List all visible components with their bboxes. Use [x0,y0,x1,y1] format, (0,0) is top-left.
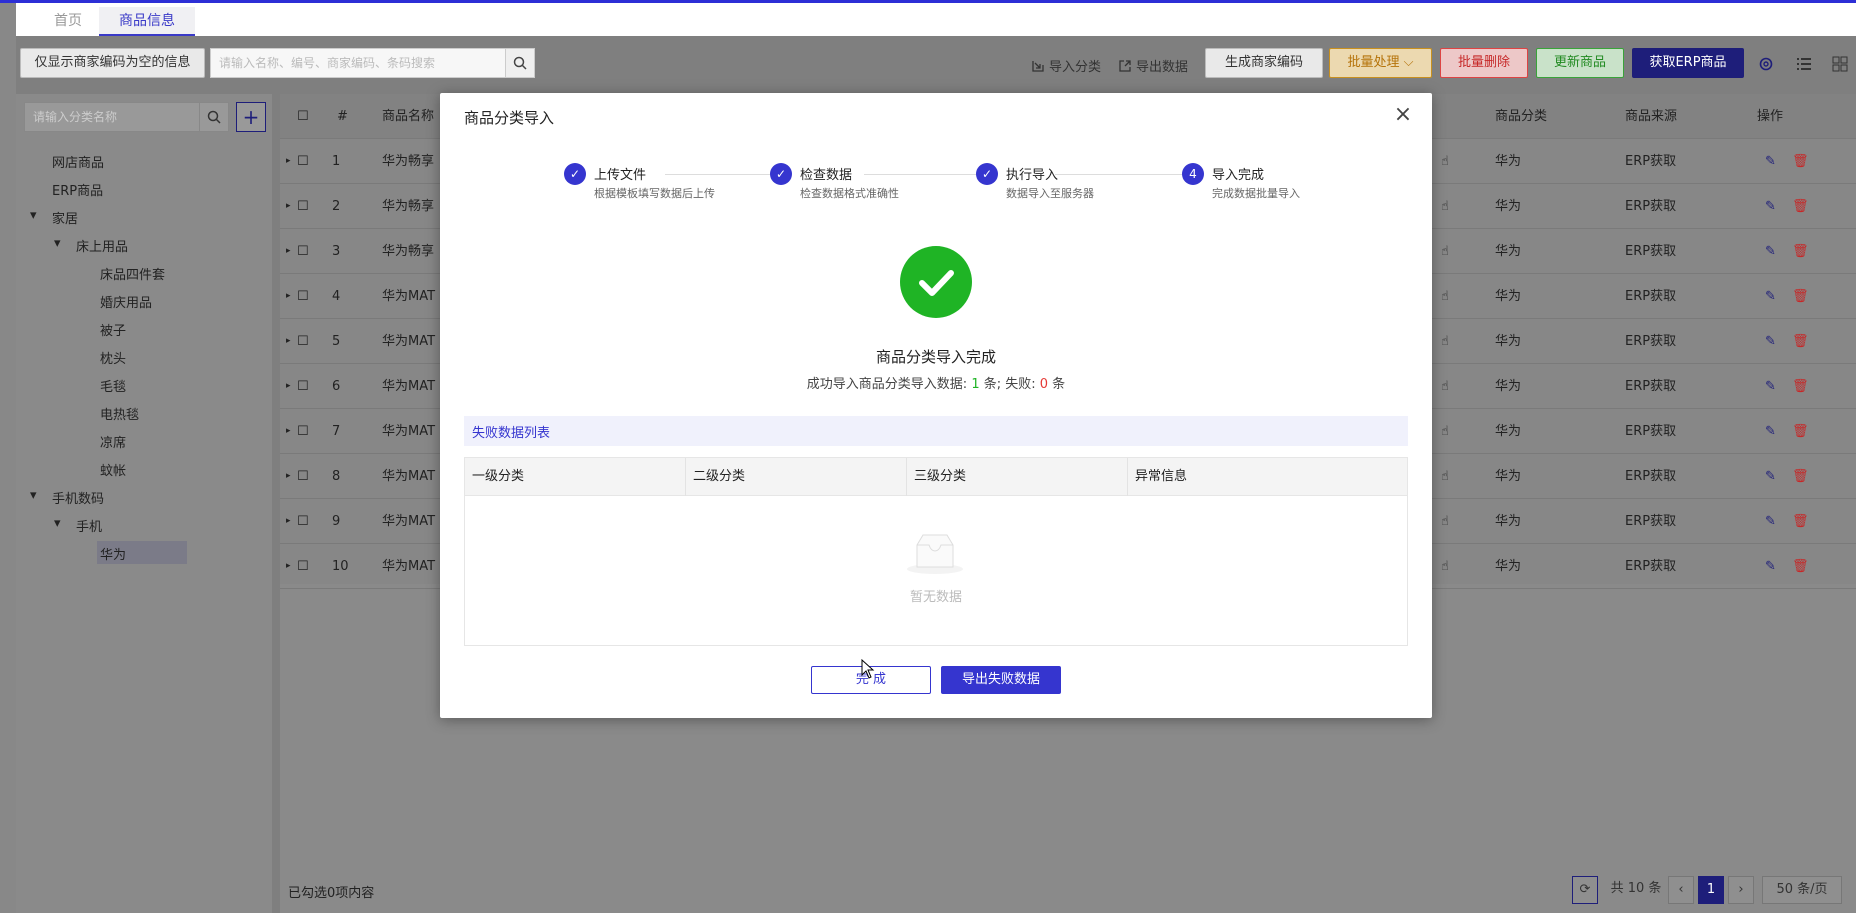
export-fail-button[interactable]: 导出失败数据 [941,666,1061,694]
success-count: 1 [971,377,980,392]
step-title: 执行导入 [1006,168,1059,183]
step-desc: 数据导入至服务器 [1006,187,1094,200]
check-icon: ✓ [976,163,998,185]
check-icon: ✓ [770,163,792,185]
result-title: 商品分类导入完成 [875,348,996,366]
result-prefix: 成功导入商品分类导入数据: [806,377,972,392]
fail-table-header: 一级分类 二级分类 三级分类 异常信息 [465,458,1407,496]
col-error: 异常信息 [1135,469,1188,484]
fail-list-title: 失败数据列表 [472,426,551,441]
modal-title: 商品分类导入 [464,109,555,127]
step-title: 导入完成 [1212,168,1265,183]
import-modal: 商品分类导入 × ✓ 上传文件 根据模板填写数据后上传 ✓ 检查数据 检查数据格… [440,93,1432,718]
step-title: 检查数据 [800,168,853,183]
col-level1: 一级分类 [465,458,686,496]
mouse-cursor-icon [861,658,875,679]
step-title: 上传文件 [594,168,647,183]
col-level2: 二级分类 [686,458,907,496]
step-desc: 完成数据批量导入 [1212,187,1300,200]
fail-count: 0 [1039,377,1049,392]
result-mid: 条; 失败: [979,377,1040,392]
step-connector [864,174,990,175]
col-level3: 三级分类 [907,458,1128,496]
success-check-icon [900,246,972,318]
empty-text: 暂无数据 [909,590,962,605]
fail-list-header: 失败数据列表 [464,416,1408,446]
step-desc: 检查数据格式准确性 [800,187,899,200]
result-summary: 成功导入商品分类导入数据: 1 条; 失败: 0 条 [440,373,1432,392]
fail-table: 一级分类 二级分类 三级分类 异常信息 暂无数据 [464,457,1408,646]
check-icon: ✓ [564,163,586,185]
step-desc: 根据模板填写数据后上传 [594,187,715,200]
result-suffix: 条 [1048,377,1066,392]
step-number: 4 [1182,163,1204,185]
step-connector [1055,174,1191,175]
close-icon[interactable]: × [1392,104,1414,127]
empty-inbox-icon [905,531,965,575]
